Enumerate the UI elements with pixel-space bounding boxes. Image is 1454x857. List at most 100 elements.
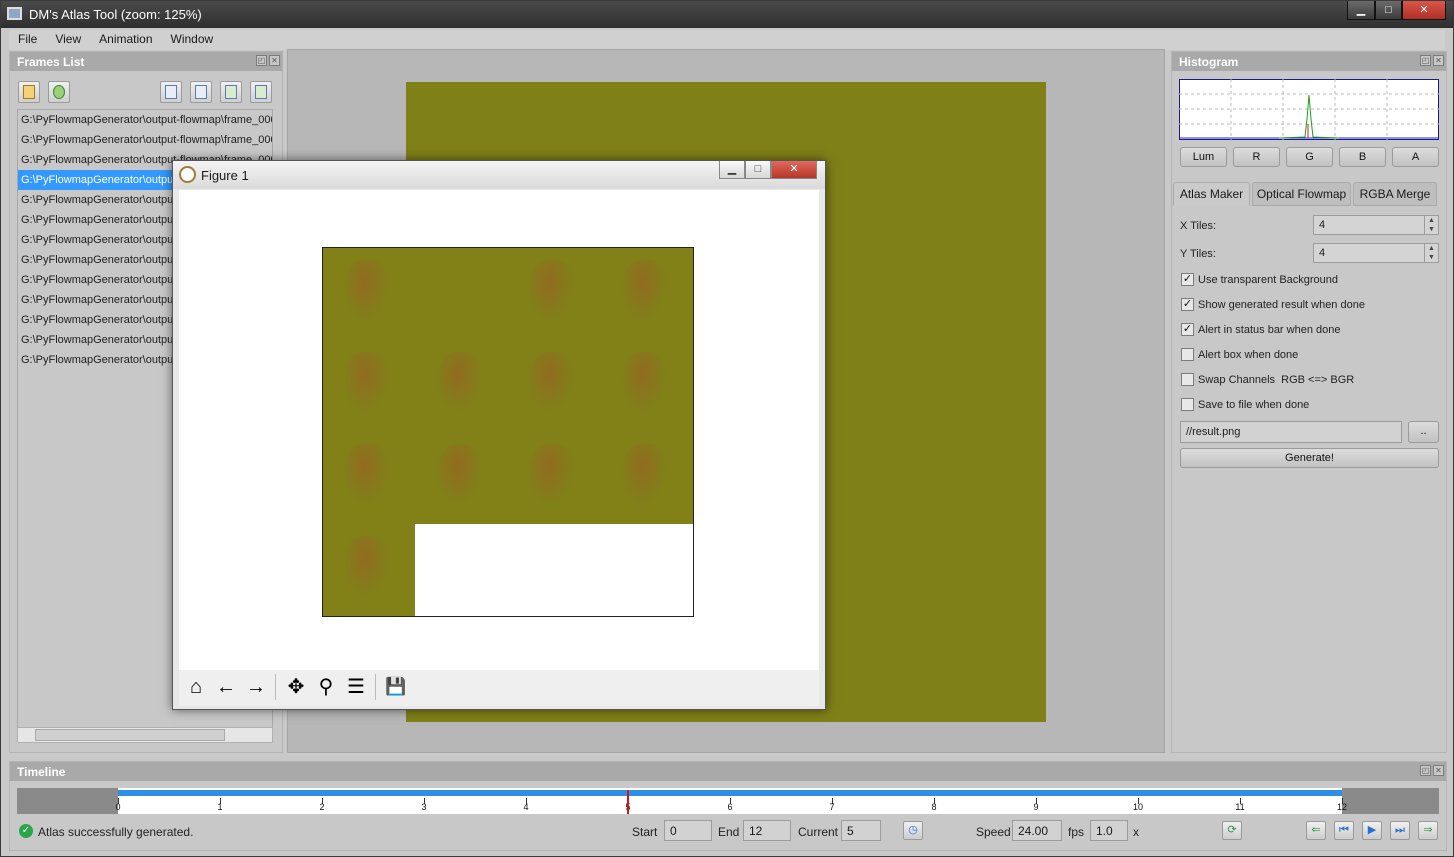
forward-arrow-icon[interactable]: → [242, 673, 270, 701]
atlas-tile [530, 260, 574, 322]
atlas-tile [437, 444, 482, 506]
float-icon[interactable]: ◰ [1420, 55, 1431, 66]
timeline-tick-label: 10 [1132, 802, 1144, 812]
pan-icon[interactable]: ✥ [282, 673, 310, 701]
float-icon[interactable]: ◰ [256, 55, 267, 66]
figure-toolbar: ⌂ ← → ✥ ⚲ ☰ 💾 [179, 670, 819, 706]
scrollbar-thumb[interactable] [35, 729, 225, 741]
title-bar: DM's Atlas Tool (zoom: 125%) ▁ □ ✕ [1, 1, 1453, 28]
timeline-cursor[interactable] [627, 790, 629, 814]
timeline-tick-label: 6 [727, 802, 733, 812]
step-back-icon[interactable]: ⇐ [1306, 821, 1326, 840]
speed-input[interactable]: 24.00 [1012, 820, 1062, 841]
tab-optical-flowmap[interactable]: Optical Flowmap [1252, 182, 1351, 206]
list-item[interactable]: G:\PyFlowmapGenerator\output-flowmap\fra… [18, 130, 272, 150]
tab-rgba-merge[interactable]: RGBA Merge [1353, 182, 1437, 206]
lum-button[interactable]: Lum [1180, 147, 1227, 167]
home-icon[interactable]: ⌂ [182, 673, 210, 701]
x-tiles-label: X Tiles: [1180, 220, 1217, 232]
maximize-button[interactable]: □ [1375, 1, 1402, 20]
transparent-bg-checkbox[interactable]: ✓ [1181, 273, 1194, 286]
generate-button[interactable]: Generate! [1180, 448, 1439, 468]
timeline-progress [118, 790, 1342, 796]
r-button[interactable]: R [1233, 147, 1280, 167]
spin-arrows-icon[interactable]: ▲ ▼ [1424, 216, 1438, 234]
open-folder-button[interactable] [18, 81, 40, 103]
menu-file[interactable]: File [9, 30, 46, 46]
menu-window[interactable]: Window [162, 30, 223, 46]
save-file-label: Save to file when done [1198, 399, 1310, 411]
figure-close-button[interactable]: ✕ [771, 161, 817, 179]
browse-button[interactable]: .. [1408, 421, 1439, 443]
frames-list-title: Frames List [10, 52, 282, 71]
x-tiles-value: 4 [1319, 219, 1326, 231]
end-label: End [718, 825, 740, 839]
back-arrow-icon[interactable]: ← [212, 673, 240, 701]
export-file-button[interactable] [250, 81, 272, 103]
minimize-button[interactable]: ▁ [1347, 1, 1375, 20]
figure-minimize-button[interactable]: ▁ [719, 161, 745, 179]
matplotlib-icon [179, 166, 196, 183]
main-window: DM's Atlas Tool (zoom: 125%) ▁ □ ✕ File V… [0, 0, 1454, 857]
timeline-tick-label: 7 [829, 802, 835, 812]
show-result-checkbox[interactable]: ✓ [1181, 298, 1194, 311]
current-spinbox[interactable]: 5 [841, 820, 881, 841]
close-panel-icon[interactable]: ✕ [1433, 55, 1444, 66]
timeline-tick-label: 9 [1033, 802, 1039, 812]
atlas-tile [437, 352, 482, 414]
x-label: x [1133, 825, 1139, 839]
timeline-title: Timeline [10, 762, 1446, 781]
close-panel-icon[interactable]: ✕ [269, 55, 280, 66]
zoom-icon[interactable]: ⚲ [312, 673, 340, 701]
histogram-title: Histogram [1172, 52, 1446, 71]
configure-icon[interactable]: ☰ [342, 673, 370, 701]
b-button[interactable]: B [1339, 147, 1386, 167]
list-item[interactable]: G:\PyFlowmapGenerator\output-flowmap\fra… [18, 110, 272, 130]
import-file-button[interactable] [220, 81, 242, 103]
atlas-tile [622, 260, 667, 322]
spin-arrows-icon[interactable]: ▲ ▼ [1424, 244, 1438, 262]
close-button[interactable]: ✕ [1402, 1, 1446, 20]
y-tiles-spinbox[interactable]: 4 ▲ ▼ [1313, 243, 1439, 263]
close-panel-icon[interactable]: ✕ [1433, 765, 1444, 776]
timeline-tick-label: 12 [1336, 802, 1348, 812]
new-file-button[interactable] [160, 81, 182, 103]
copy-file-button[interactable] [190, 81, 212, 103]
menu-view[interactable]: View [46, 30, 90, 46]
refresh-button[interactable] [48, 81, 70, 103]
end-input[interactable]: 12 [743, 820, 791, 841]
play-icon[interactable]: ▶ [1362, 821, 1382, 840]
float-icon[interactable]: ◰ [1420, 765, 1431, 776]
save-file-checkbox[interactable] [1181, 398, 1194, 411]
window-title: DM's Atlas Tool (zoom: 125%) [29, 7, 202, 22]
g-button[interactable]: G [1286, 147, 1333, 167]
timeline-tick-label: 2 [319, 802, 325, 812]
x-tiles-spinbox[interactable]: 4 ▲ ▼ [1313, 215, 1439, 235]
transparent-bg-label: Use transparent Background [1198, 274, 1339, 286]
clock-icon[interactable]: ◷ [903, 821, 923, 840]
step-forward-icon[interactable]: ⇒ [1418, 821, 1438, 840]
last-frame-icon[interactable]: ⏭ [1390, 821, 1410, 840]
loop-icon[interactable]: ⟳ [1222, 821, 1242, 840]
first-frame-icon[interactable]: ⏮ [1334, 821, 1354, 840]
save-icon[interactable]: 💾 [382, 673, 410, 701]
a-button[interactable]: A [1392, 147, 1439, 167]
swap-channels-label: Swap Channels RGB <=> BGR [1198, 374, 1355, 386]
timeline-tick-label: 8 [931, 802, 937, 812]
alert-box-checkbox[interactable] [1181, 348, 1194, 361]
atlas-image [322, 247, 694, 617]
horizontal-scrollbar[interactable] [17, 727, 273, 743]
menu-animation[interactable]: Animation [90, 30, 161, 46]
start-input[interactable]: 0 [664, 820, 712, 841]
swap-channels-checkbox[interactable] [1181, 373, 1194, 386]
figure-title: Figure 1 [201, 168, 249, 183]
menu-bar: File View Animation Window [9, 30, 1445, 50]
figure-maximize-button[interactable]: □ [745, 161, 771, 179]
tab-atlas-maker[interactable]: Atlas Maker [1173, 182, 1250, 206]
toolbar-separator [375, 674, 376, 700]
alert-status-checkbox[interactable]: ✓ [1181, 323, 1194, 336]
multiplier-input[interactable]: 1.0 [1090, 820, 1128, 841]
output-path-input[interactable]: //result.png [1180, 421, 1402, 443]
timeline-tick-label: 1 [217, 802, 223, 812]
timeline-track[interactable]: 0123456789101112 [17, 788, 1439, 814]
